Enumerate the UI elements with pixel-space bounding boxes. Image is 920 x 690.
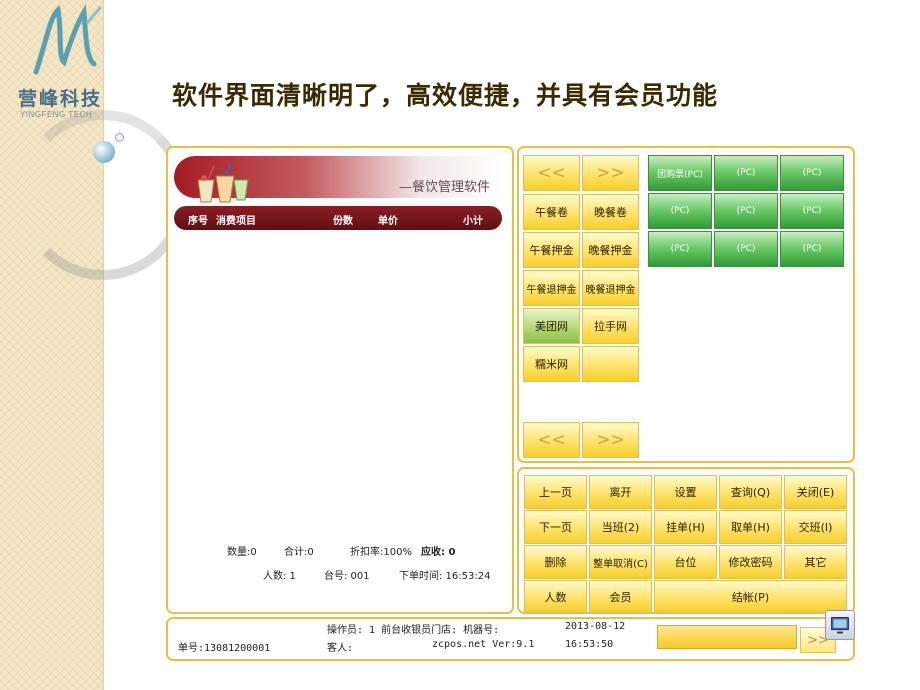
close-button[interactable]: 关闭(E) bbox=[784, 475, 847, 509]
category-next-button[interactable]: >> bbox=[582, 155, 639, 191]
item-button[interactable]: (PC) bbox=[648, 193, 712, 229]
screen-icon[interactable] bbox=[825, 610, 855, 640]
decorative-dot bbox=[115, 133, 124, 142]
logo-subtitle: YINGFENG TECH bbox=[20, 110, 93, 119]
category-dinner-deposit-refund[interactable]: 晚餐退押金 bbox=[582, 270, 639, 306]
summary-discount: 折扣率:100% bbox=[350, 547, 412, 558]
order-panel: —餐饮管理软件 序号 消费项目 份数 单价 小计 数量:0 合计:0 折扣率:1… bbox=[166, 146, 514, 614]
item-button[interactable]: (PC) bbox=[714, 155, 778, 191]
category-lunch-deposit-refund[interactable]: 午餐退押金 bbox=[523, 270, 580, 306]
col-qty: 份数 bbox=[333, 216, 353, 227]
category-page-next-button[interactable]: >> bbox=[582, 422, 639, 458]
decorative-ball bbox=[93, 141, 115, 163]
summary-total: 合计:0 bbox=[284, 547, 314, 558]
status-version: zcpos.net Ver:9.1 bbox=[432, 639, 535, 650]
status-order-number: 单号:13081200001 bbox=[178, 643, 271, 654]
summary-quantity: 数量:0 bbox=[227, 547, 257, 558]
category-dinner-voucher[interactable]: 晚餐卷 bbox=[582, 194, 639, 230]
query-button[interactable]: 查询(Q) bbox=[719, 475, 782, 509]
col-subtotal: 小计 bbox=[463, 216, 483, 227]
status-time: 16:53:50 bbox=[565, 639, 614, 650]
item-button[interactable]: (PC) bbox=[714, 231, 778, 267]
order-table-header: 序号 消费项目 份数 单价 小计 bbox=[174, 206, 502, 230]
col-price: 单价 bbox=[378, 216, 398, 227]
item-button[interactable]: (PC) bbox=[780, 155, 844, 191]
status-bar: 操作员: 1 前台收银员门店: 机器号: 2013-08-12 单号:13081… bbox=[166, 610, 855, 661]
logo-text: 营峰科技 bbox=[18, 88, 103, 110]
leave-button[interactable]: 离开 bbox=[589, 475, 652, 509]
settings-button[interactable]: 设置 bbox=[654, 475, 717, 509]
category-nuomi[interactable]: 糯米网 bbox=[523, 346, 580, 382]
drinks-icon bbox=[197, 163, 249, 203]
banner-title: —餐饮管理软件 bbox=[398, 180, 490, 195]
decorative-ring bbox=[18, 110, 188, 280]
col-no: 序号 bbox=[188, 216, 208, 227]
company-logo-icon bbox=[33, 4, 102, 75]
item-button[interactable]: (PC) bbox=[714, 193, 778, 229]
table-position-button[interactable]: 台位 bbox=[654, 545, 717, 579]
summary-order-time: 下单时间: 16:53:24 bbox=[399, 571, 491, 582]
member-button[interactable]: 会员 bbox=[589, 580, 652, 613]
category-lunch-deposit[interactable]: 午餐押金 bbox=[523, 232, 580, 268]
status-guest: 客人: bbox=[327, 643, 354, 654]
menu-panel: << >> 午餐卷 晚餐卷 午餐押金 晚餐押金 午餐退押金 晚餐退押金 美团网 … bbox=[517, 146, 855, 463]
prev-page-button[interactable]: 上一页 bbox=[524, 475, 587, 509]
order-banner: —餐饮管理软件 bbox=[174, 156, 502, 203]
category-dinner-deposit[interactable]: 晚餐押金 bbox=[582, 232, 639, 268]
category-page-prev-button[interactable]: << bbox=[523, 422, 580, 458]
checkout-button[interactable]: 结帐(P) bbox=[654, 580, 847, 613]
summary-table: 台号: 001 bbox=[324, 571, 370, 582]
other-button[interactable]: 其它 bbox=[784, 545, 847, 579]
cancel-order-button[interactable]: 整单取消(C) bbox=[589, 545, 652, 579]
shift-handover-button[interactable]: 交班(I) bbox=[784, 510, 847, 544]
order-items-list[interactable] bbox=[174, 234, 502, 534]
summary-due: 应收: 0 bbox=[421, 547, 456, 558]
delete-button[interactable]: 删除 bbox=[524, 545, 587, 579]
slide-headline: 软件界面清晰明了，高效便捷，并具有会员功能 bbox=[172, 81, 719, 110]
summary-people: 人数: 1 bbox=[263, 571, 296, 582]
category-meituan[interactable]: 美团网 bbox=[523, 308, 580, 344]
current-shift-button[interactable]: 当班(2) bbox=[589, 510, 652, 544]
item-button[interactable]: (PC) bbox=[780, 231, 844, 267]
item-button[interactable]: (PC) bbox=[648, 231, 712, 267]
col-item: 消费项目 bbox=[216, 216, 256, 227]
hold-order-button[interactable]: 挂单(H) bbox=[654, 510, 717, 544]
category-prev-button[interactable]: << bbox=[523, 155, 580, 191]
action-panel: 上一页 离开 设置 查询(Q) 关闭(E) 下一页 当班(2) 挂单(H) 取单… bbox=[517, 467, 855, 614]
category-empty[interactable] bbox=[582, 346, 639, 382]
item-button[interactable]: (PC) bbox=[780, 193, 844, 229]
retrieve-order-button[interactable]: 取单(H) bbox=[719, 510, 782, 544]
status-date: 2013-08-12 bbox=[565, 621, 626, 632]
category-lashou[interactable]: 拉手网 bbox=[582, 308, 639, 344]
status-input-field[interactable] bbox=[657, 625, 797, 649]
item-group-ticket[interactable]: 团购票(PC) bbox=[648, 155, 712, 191]
next-page-button[interactable]: 下一页 bbox=[524, 510, 587, 544]
category-lunch-voucher[interactable]: 午餐卷 bbox=[523, 194, 580, 230]
status-operator: 操作员: 1 前台收银员门店: 机器号: bbox=[327, 625, 500, 636]
change-password-button[interactable]: 修改密码 bbox=[719, 545, 782, 579]
people-count-button[interactable]: 人数 bbox=[524, 580, 587, 613]
